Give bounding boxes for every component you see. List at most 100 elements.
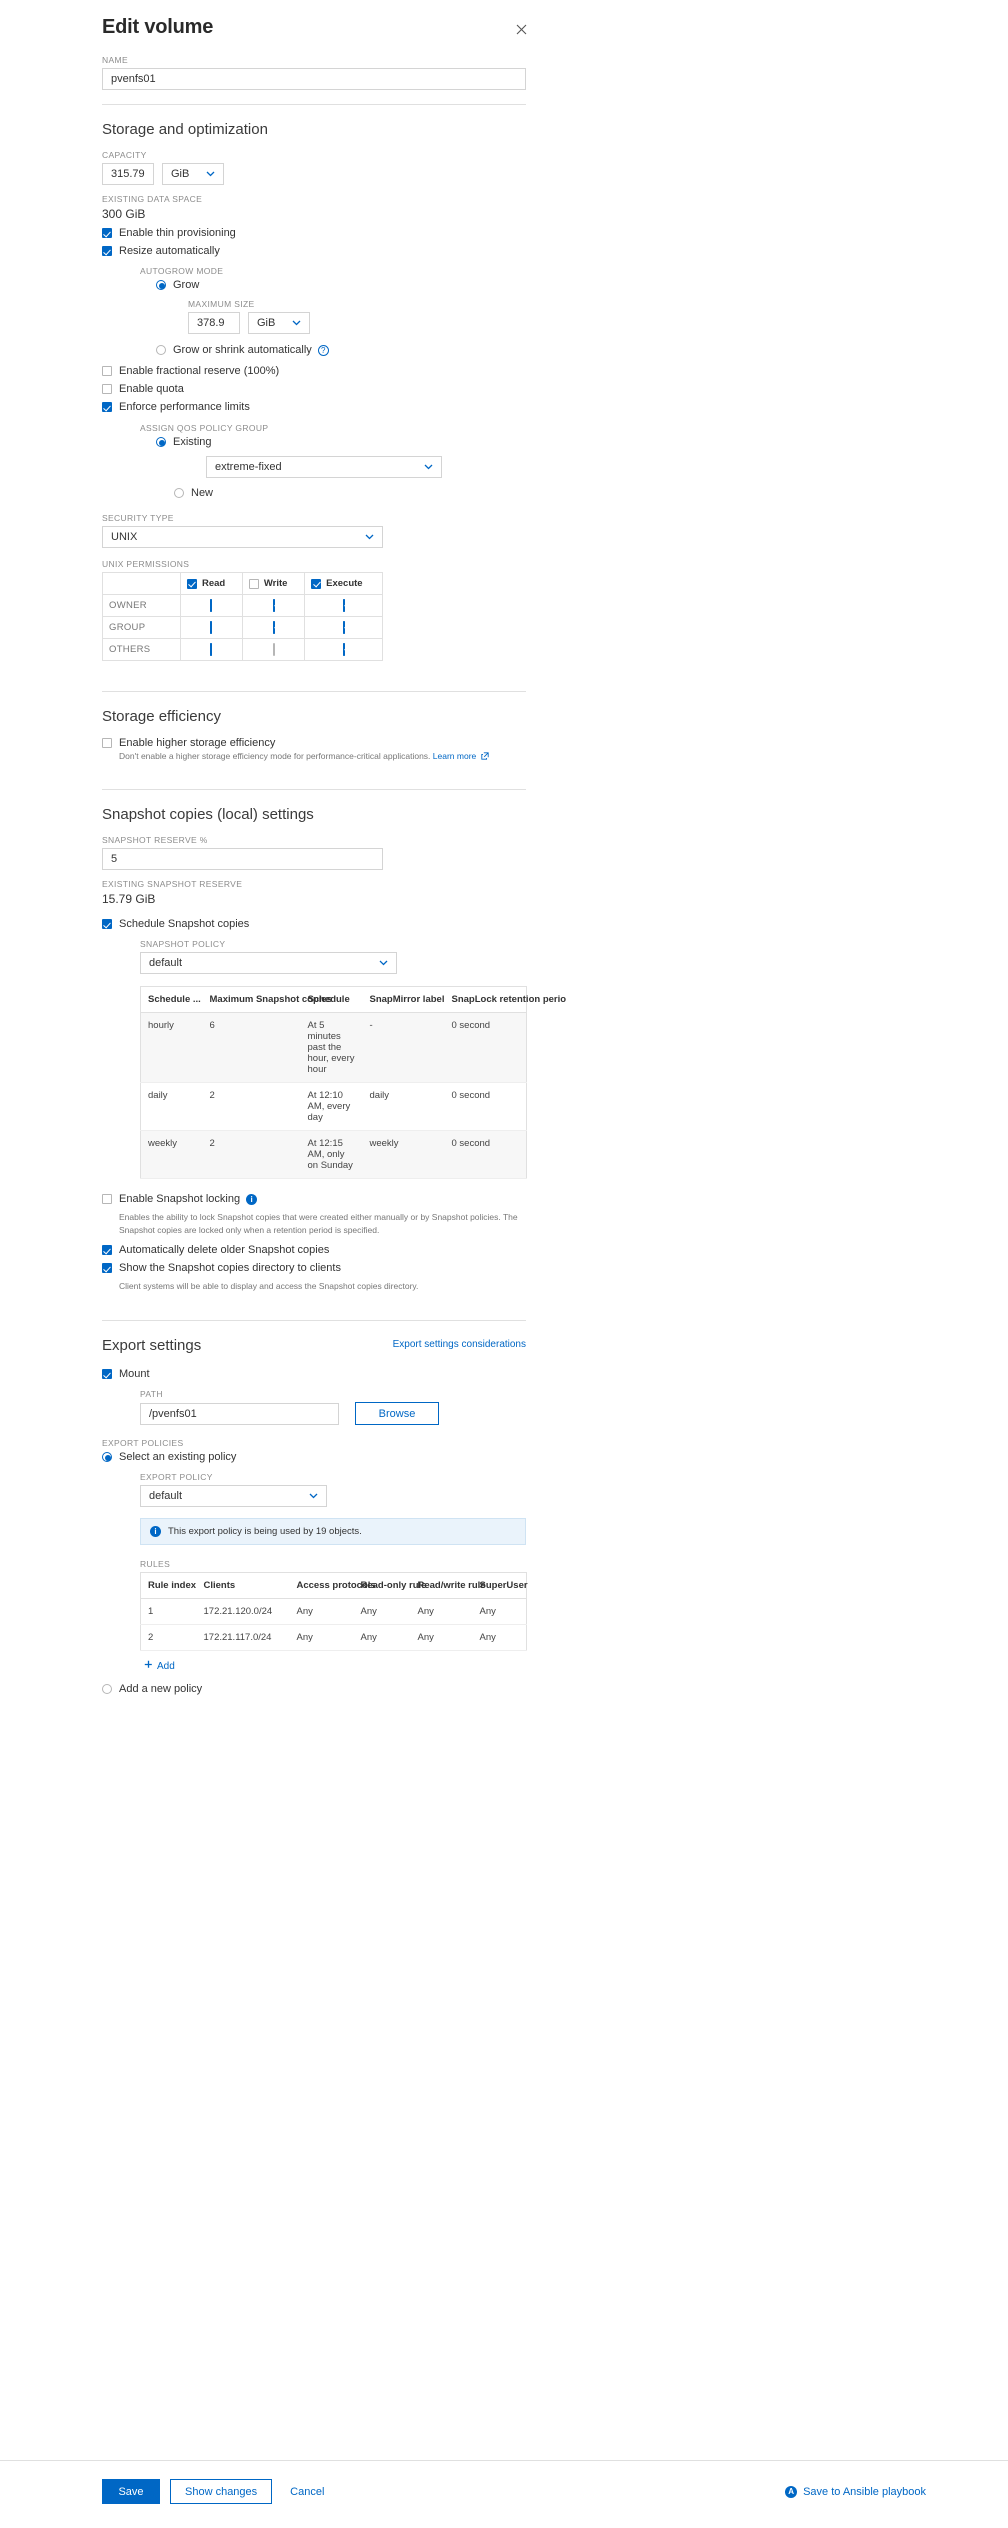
save-to-ansible-playbook-button[interactable]: A Save to Ansible playbook [785, 2485, 926, 2498]
perm-checkbox-others-read[interactable] [210, 643, 213, 656]
perm-header-checkbox-read[interactable] [187, 578, 197, 589]
schedule-snapshot-row[interactable]: Schedule Snapshot copies [102, 918, 526, 930]
fractional-reserve-checkbox[interactable] [102, 366, 112, 376]
maximum-size-input[interactable]: 378.9 [188, 312, 240, 334]
help-circle-icon[interactable]: ? [317, 344, 329, 356]
info-icon[interactable]: i [246, 1193, 258, 1205]
perm-cell[interactable] [180, 638, 243, 661]
perm-checkbox-group-execute[interactable] [342, 621, 345, 634]
autogrow-grow-shrink-radio[interactable] [156, 345, 166, 355]
snapshot-reserve-label: SNAPSHOT RESERVE % [102, 835, 208, 846]
capacity-input[interactable]: 315.79 [102, 163, 154, 185]
autogrow-grow-row[interactable]: Grow [156, 279, 526, 291]
mount-checkbox[interactable] [102, 1369, 112, 1380]
perm-checkbox-owner-execute[interactable] [342, 599, 345, 612]
export-policy-select[interactable]: default [140, 1485, 327, 1508]
save-button[interactable]: Save [102, 2479, 160, 2504]
perf-limits-row[interactable]: Enforce performance limits [102, 401, 526, 413]
snapshot-locking-row[interactable]: Enable Snapshot locking i [102, 1193, 526, 1205]
save-to-ansible-playbook-label: Save to Ansible playbook [803, 2485, 926, 2498]
select-existing-policy-radio[interactable] [102, 1452, 112, 1463]
path-input[interactable]: /pvenfs01 [140, 1402, 339, 1425]
higher-efficiency-note-text: Don't enable a higher storage efficiency… [119, 751, 431, 761]
higher-efficiency-row[interactable]: Enable higher storage efficiency [102, 737, 526, 749]
snapshot-schedule-table: Schedule ... Maximum Snapshot copies Sch… [140, 986, 566, 1180]
mount-label: Mount [119, 1368, 150, 1381]
perm-checkbox-group-read[interactable] [210, 621, 213, 634]
autogrow-grow-radio[interactable] [156, 280, 166, 290]
snapshot-reserve-input[interactable]: 5 [102, 848, 383, 871]
qos-new-radio[interactable] [174, 488, 184, 498]
auto-delete-snapshot-row[interactable]: Automatically delete older Snapshot copi… [102, 1244, 526, 1256]
fractional-reserve-row[interactable]: Enable fractional reserve (100%) [102, 365, 526, 377]
qos-new-label: New [191, 487, 214, 499]
autogrow-grow-label: Grow [173, 279, 200, 291]
export-header-row: Export settings Export settings consider… [102, 1321, 526, 1354]
quota-checkbox[interactable] [102, 384, 112, 394]
cell-schedule-name: daily [140, 1082, 203, 1132]
perf-limits-checkbox[interactable] [102, 402, 112, 412]
qos-existing-radio[interactable] [156, 437, 166, 447]
snapshot-locking-checkbox[interactable] [102, 1194, 112, 1205]
show-snapshot-dir-row[interactable]: Show the Snapshot copies directory to cl… [102, 1262, 526, 1274]
show-snapshot-dir-checkbox[interactable] [102, 1262, 112, 1273]
export-considerations-link[interactable]: Export settings considerations [393, 1339, 526, 1350]
select-existing-policy-row[interactable]: Select an existing policy [102, 1451, 526, 1463]
perm-cell[interactable] [241, 638, 306, 661]
schedule-snapshot-checkbox[interactable] [102, 919, 112, 930]
perm-cell[interactable] [241, 594, 306, 617]
add-new-policy-row[interactable]: Add a new policy [102, 1683, 526, 1695]
path-label: PATH [140, 1389, 163, 1400]
add-rule-button[interactable]: Add [144, 1660, 526, 1672]
perm-cell[interactable] [304, 616, 383, 639]
perm-cell[interactable] [304, 638, 383, 661]
perm-checkbox-others-write[interactable] [272, 643, 275, 656]
schedule-snapshot-label: Schedule Snapshot copies [119, 918, 250, 931]
thin-provisioning-row[interactable]: Enable thin provisioning [102, 227, 526, 239]
show-changes-button[interactable]: Show changes [170, 2479, 273, 2504]
perm-checkbox-owner-read[interactable] [210, 599, 213, 612]
higher-efficiency-checkbox[interactable] [102, 738, 112, 748]
cancel-button[interactable]: Cancel [290, 2486, 324, 2498]
unix-permissions-label: UNIX PERMISSIONS [102, 559, 190, 569]
maximum-size-unit-select[interactable]: GiB [248, 312, 310, 334]
autogrow-grow-shrink-row[interactable]: Grow or shrink automatically ? [156, 344, 526, 356]
snapshot-col-schedule-name: Schedule ... [140, 986, 203, 1014]
security-type-select[interactable]: UNIX [102, 526, 383, 548]
perm-cell[interactable] [180, 594, 243, 617]
resize-auto-checkbox[interactable] [102, 246, 112, 256]
perm-cell[interactable] [304, 594, 383, 617]
perm-header-checkbox-execute[interactable] [311, 578, 322, 589]
cell-clients: 172.21.117.0/24 [196, 1624, 290, 1652]
perm-cell[interactable] [180, 616, 243, 639]
thin-provisioning-checkbox[interactable] [102, 228, 112, 238]
qos-new-row[interactable]: New [174, 487, 526, 499]
name-input[interactable]: pvenfs01 [102, 68, 526, 90]
perm-checkbox-owner-write[interactable] [272, 599, 275, 612]
resize-auto-row[interactable]: Resize automatically [102, 245, 526, 257]
perm-corner-cell [102, 572, 181, 595]
cell-snaplock-retention: 0 second [444, 1082, 527, 1132]
browse-button[interactable]: Browse [355, 1402, 439, 1426]
export-rules-table: Rule index Clients Access protocols Read… [140, 1572, 528, 1652]
qos-existing-row[interactable]: Existing [156, 436, 526, 448]
add-new-policy-radio[interactable] [102, 1684, 112, 1695]
capacity-unit-select[interactable]: GiB [162, 163, 224, 185]
divider [102, 104, 526, 105]
external-link-icon[interactable] [481, 751, 489, 763]
snapshot-policy-select[interactable]: default [140, 952, 397, 975]
close-icon[interactable] [514, 20, 529, 41]
perm-cell[interactable] [241, 616, 306, 639]
snapshot-policy-group: SNAPSHOT POLICY default Schedule ... Max… [140, 939, 566, 1180]
perm-checkbox-others-execute[interactable] [342, 643, 345, 656]
qos-group-label: ASSIGN QOS POLICY GROUP [140, 423, 269, 433]
path-group: PATH /pvenfs01 Browse [140, 1389, 526, 1426]
mount-row[interactable]: Mount [102, 1368, 526, 1380]
qos-policy-select[interactable]: extreme-fixed [206, 456, 442, 478]
export-policy-notice-text: This export policy is being used by 19 o… [168, 1526, 362, 1538]
auto-delete-snapshot-checkbox[interactable] [102, 1244, 112, 1255]
perm-header-checkbox-write[interactable] [248, 578, 259, 589]
quota-row[interactable]: Enable quota [102, 383, 526, 395]
learn-more-link[interactable]: Learn more [433, 751, 476, 761]
perm-checkbox-group-write[interactable] [272, 621, 275, 634]
